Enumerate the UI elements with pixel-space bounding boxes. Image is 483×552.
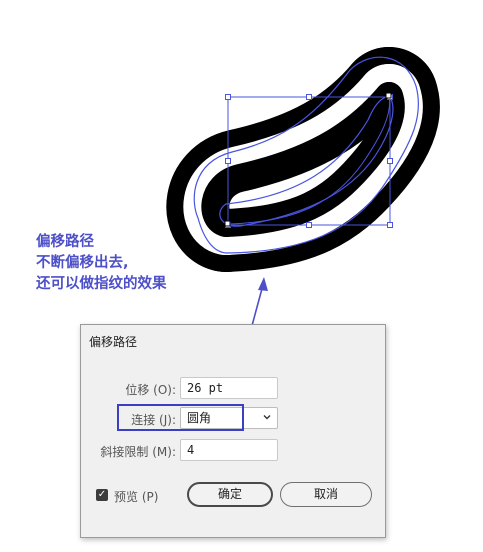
miter-limit-label: 斜接限制 (M): (100, 445, 176, 459)
dialog-title: 偏移路径 (89, 335, 138, 349)
annotation-text: 偏移路径 不断偏移出去, 还可以做指纹的效果 (36, 232, 167, 295)
cancel-button[interactable]: 取消 (280, 482, 372, 507)
anchor-point-end[interactable] (385, 92, 392, 99)
joins-highlight-box (117, 404, 244, 431)
preview-checkbox[interactable]: ✓ (96, 489, 108, 501)
check-icon: ✓ (97, 489, 107, 500)
offset-input[interactable]: 26 pt (180, 377, 278, 399)
annotation-arrow-head (258, 277, 268, 291)
miter-limit-input[interactable]: 4 (180, 439, 278, 461)
chevron-down-icon (263, 415, 271, 420)
annotation-line-3: 还可以做指纹的效果 (36, 276, 167, 292)
ok-button[interactable]: 确定 (187, 482, 273, 507)
preview-label[interactable]: 预览 (P) (114, 488, 158, 505)
anchor-point-start[interactable] (224, 220, 231, 227)
annotation-line-2: 不断偏移出去, (36, 255, 129, 271)
annotation-line-1: 偏移路径 (36, 234, 94, 250)
offset-label: 位移 (O): (125, 383, 176, 397)
